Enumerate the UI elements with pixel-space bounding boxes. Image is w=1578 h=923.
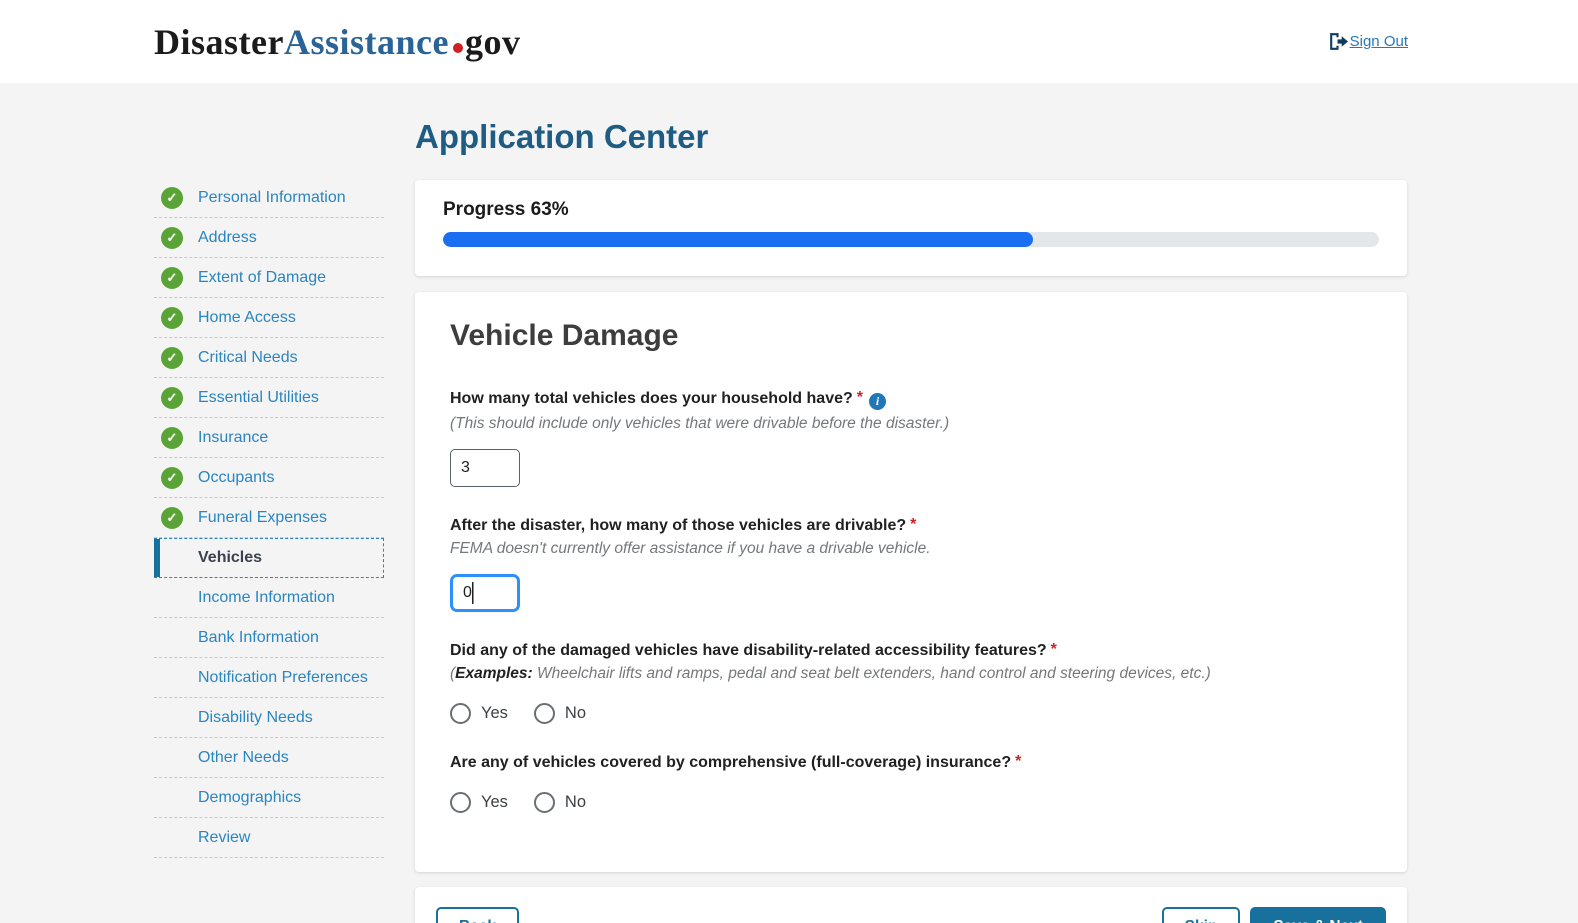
question-hint: FEMA doesn't currently offer assistance …: [450, 540, 1371, 558]
check-icon: ✓: [161, 267, 183, 289]
check-icon: ✓: [161, 227, 183, 249]
sidebar-item-essential-utilities[interactable]: ✓ Essential Utilities: [154, 378, 384, 418]
sidebar-item-label: Notification Preferences: [198, 669, 368, 687]
insurance-radio-group: Yes No: [450, 792, 1371, 813]
logo-text-disaster: Disaster: [154, 22, 284, 62]
form-title: Vehicle Damage: [450, 319, 1371, 353]
sidebar-item-demographics[interactable]: Demographics: [154, 778, 384, 818]
sidebar-item-label: Extent of Damage: [198, 269, 326, 287]
required-asterisk: *: [853, 389, 863, 406]
sidebar-item-label: Insurance: [198, 429, 268, 447]
vehicle-damage-form-card: Vehicle Damage How many total vehicles d…: [415, 292, 1407, 872]
page-body: ✓ Personal Information ✓ Address ✓ Exten…: [0, 83, 1578, 923]
check-icon: ✓: [161, 467, 183, 489]
sidebar-item-disability-needs[interactable]: Disability Needs: [154, 698, 384, 738]
question-label: Are any of vehicles covered by comprehen…: [450, 753, 1371, 772]
sidebar-item-home-access[interactable]: ✓ Home Access: [154, 298, 384, 338]
sidebar-item-extent-of-damage[interactable]: ✓ Extent of Damage: [154, 258, 384, 298]
total-vehicles-input[interactable]: [450, 449, 520, 487]
check-icon: ✓: [161, 427, 183, 449]
required-asterisk: *: [1047, 641, 1057, 658]
check-icon: ✓: [161, 507, 183, 529]
accessibility-no-radio[interactable]: No: [534, 703, 586, 724]
form-navigation-bar: Back Skip Save & Next: [415, 887, 1407, 923]
sidebar-item-label: Vehicles: [198, 549, 262, 567]
question-label: How many total vehicles does your househ…: [450, 389, 1371, 410]
sidebar-item-label: Other Needs: [198, 749, 289, 767]
accessibility-radio-group: Yes No: [450, 703, 1371, 724]
question-comprehensive-insurance: Are any of vehicles covered by comprehen…: [450, 753, 1371, 813]
sidebar-item-other-needs[interactable]: Other Needs: [154, 738, 384, 778]
radio-icon[interactable]: [534, 792, 555, 813]
sidebar-item-insurance[interactable]: ✓ Insurance: [154, 418, 384, 458]
progress-card: Progress 63%: [415, 180, 1407, 276]
radio-icon[interactable]: [450, 703, 471, 724]
progress-bar-fill: [443, 232, 1033, 247]
save-next-button[interactable]: Save & Next: [1250, 907, 1386, 923]
sidebar-item-funeral-expenses[interactable]: ✓ Funeral Expenses: [154, 498, 384, 538]
logo-text-assistance: Assistance: [284, 22, 449, 62]
sidebar-item-income-information[interactable]: Income Information: [154, 578, 384, 618]
sidebar-item-label: Disability Needs: [198, 709, 313, 727]
sidebar-item-label: Essential Utilities: [198, 389, 319, 407]
question-label: After the disaster, how many of those ve…: [450, 516, 1371, 535]
radio-icon[interactable]: [450, 792, 471, 813]
progress-bar-track: [443, 232, 1379, 247]
sign-out-icon: [1327, 31, 1348, 52]
required-asterisk: *: [1011, 753, 1021, 770]
main-content: Application Center Progress 63% Vehicle …: [415, 83, 1407, 923]
radio-label: No: [565, 793, 586, 812]
insurance-yes-radio[interactable]: Yes: [450, 792, 508, 813]
application-steps-sidebar: ✓ Personal Information ✓ Address ✓ Exten…: [154, 178, 384, 923]
sidebar-item-label: Funeral Expenses: [198, 509, 327, 527]
check-icon: ✓: [161, 307, 183, 329]
question-accessibility-features: Did any of the damaged vehicles have dis…: [450, 641, 1371, 724]
insurance-no-radio[interactable]: No: [534, 792, 586, 813]
drivable-vehicles-input[interactable]: [450, 574, 520, 612]
sidebar-item-label: Critical Needs: [198, 349, 298, 367]
radio-label: Yes: [481, 704, 508, 723]
footer-right-buttons: Skip Save & Next: [1162, 907, 1386, 923]
check-icon: ✓: [161, 187, 183, 209]
radio-label: Yes: [481, 793, 508, 812]
sidebar-item-critical-needs[interactable]: ✓ Critical Needs: [154, 338, 384, 378]
disaster-assistance-logo[interactable]: DisasterAssistance gov: [154, 21, 520, 63]
sidebar-item-review[interactable]: Review: [154, 818, 384, 858]
skip-button[interactable]: Skip: [1162, 907, 1241, 923]
required-asterisk: *: [906, 516, 916, 533]
sidebar-item-label: Demographics: [198, 789, 301, 807]
radio-icon[interactable]: [534, 703, 555, 724]
sidebar-item-personal-information[interactable]: ✓ Personal Information: [154, 178, 384, 218]
radio-label: No: [565, 704, 586, 723]
check-icon: ✓: [161, 387, 183, 409]
question-label: Did any of the damaged vehicles have dis…: [450, 641, 1371, 660]
question-total-vehicles: How many total vehicles does your househ…: [450, 389, 1371, 487]
info-icon[interactable]: i: [869, 393, 886, 410]
sidebar-item-label: Income Information: [198, 589, 335, 607]
question-hint: (This should include only vehicles that …: [450, 415, 1371, 433]
sidebar-item-occupants[interactable]: ✓ Occupants: [154, 458, 384, 498]
page-title: Application Center: [415, 118, 1407, 156]
question-hint: (Examples: Wheelchair lifts and ramps, p…: [450, 665, 1371, 683]
sidebar-item-label: Occupants: [198, 469, 274, 487]
question-drivable-vehicles: After the disaster, how many of those ve…: [450, 516, 1371, 612]
sign-out-button[interactable]: Sign Out: [1327, 31, 1408, 52]
logo-text-gov: gov: [465, 22, 521, 62]
sidebar-item-label: Personal Information: [198, 189, 346, 207]
back-button[interactable]: Back: [436, 907, 519, 923]
accessibility-yes-radio[interactable]: Yes: [450, 703, 508, 724]
progress-label: Progress 63%: [443, 199, 1379, 221]
sidebar-item-label: Address: [198, 229, 257, 247]
sidebar-item-vehicles[interactable]: Vehicles: [154, 538, 384, 578]
site-header: DisasterAssistance gov Sign Out: [0, 0, 1578, 83]
sidebar-item-label: Bank Information: [198, 629, 319, 647]
sidebar-item-bank-information[interactable]: Bank Information: [154, 618, 384, 658]
sidebar-item-label: Home Access: [198, 309, 296, 327]
sidebar-item-address[interactable]: ✓ Address: [154, 218, 384, 258]
check-icon: ✓: [161, 347, 183, 369]
sidebar-item-label: Review: [198, 829, 250, 847]
logo-dot-icon: [453, 43, 463, 53]
sidebar-item-notification-preferences[interactable]: Notification Preferences: [154, 658, 384, 698]
sign-out-link[interactable]: Sign Out: [1350, 33, 1408, 50]
